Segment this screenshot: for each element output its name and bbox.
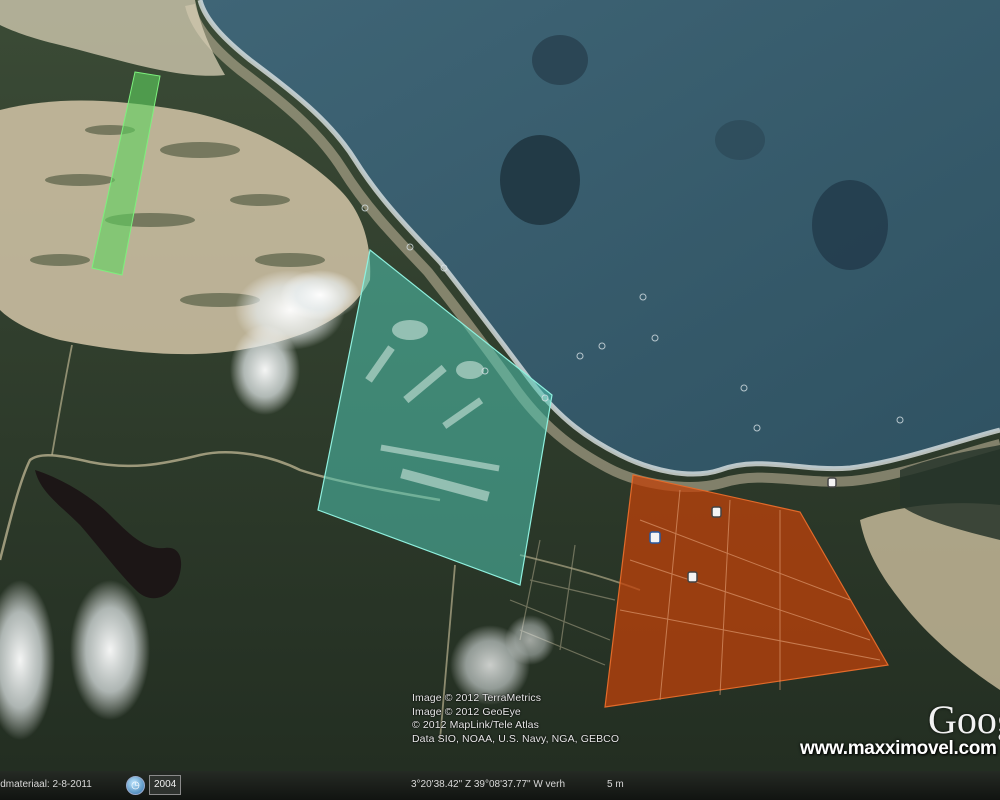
attribution-line: Image © 2012 TerraMetrics [412, 692, 542, 704]
satellite-map[interactable] [0, 0, 1000, 800]
placemark-icon [827, 477, 837, 488]
coordinates-readout: 3°20'38.42" Z 39°08'37.77" W verh [411, 779, 566, 790]
reef-patch [715, 120, 765, 160]
placemark-icon [649, 531, 661, 544]
year-button[interactable]: 2004 [149, 775, 182, 795]
status-bar: ldmateriaal: 2-8-2011 ◷ 2004 3°20'38.42"… [0, 771, 1000, 800]
reef-patch [812, 180, 888, 270]
reef-patch [532, 35, 588, 85]
reef-patch [500, 135, 580, 225]
attribution-line: © 2012 MapLink/Tele Atlas [412, 719, 539, 731]
elevation-readout: 5 m [607, 779, 624, 790]
placemark-icon [687, 571, 698, 583]
attribution-line: Image © 2012 GeoEye [412, 705, 521, 718]
imagery-date: ldmateriaal: 2-8-2011 [0, 779, 92, 790]
placemark-icon [711, 506, 722, 518]
google-logo: Google [928, 697, 1000, 742]
website-watermark: www.maxximovel.com [800, 738, 997, 759]
historical-imagery-clock-icon[interactable]: ◷ [126, 776, 145, 795]
imagery-attribution: Image © 2012 TerraMetrics Image © 2012 G… [412, 692, 632, 746]
attribution-line: Data SIO, NOAA, U.S. Navy, NGA, GEBCO [412, 732, 620, 745]
